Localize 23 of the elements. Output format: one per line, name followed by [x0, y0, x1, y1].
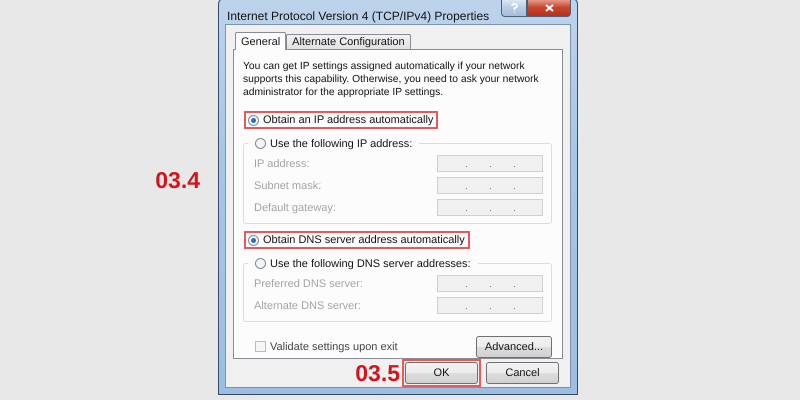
help-icon [510, 2, 518, 12]
field-label: Default gateway: [254, 202, 336, 214]
field-label: Preferred DNS server: [254, 278, 363, 290]
help-button[interactable] [501, 0, 527, 17]
advanced-button[interactable]: Advanced... [476, 336, 552, 358]
radio-option[interactable]: Obtain an IP address automatically [248, 114, 434, 126]
window-title: Internet Protocol Version 4 (TCP/IPv4) Properties [226, 8, 490, 23]
step-label: 03.4 [155, 166, 200, 194]
close-button[interactable] [527, 0, 571, 17]
field-label: Subnet mask: [254, 180, 322, 192]
description-text: You can get IP settings assigned automatically if your network supports this capability. Otherwise, you need to ask your network administrator for the appropriate IP settings. [243, 60, 540, 99]
radio-option[interactable]: Obtain DNS server address automatically [248, 234, 465, 246]
step-label: 03.5 [355, 359, 400, 387]
radio-option[interactable]: Use the following DNS server addresses: [255, 258, 471, 270]
field-label: IP address: [254, 158, 310, 170]
tab[interactable]: General [235, 32, 286, 50]
dialog-button[interactable]: Cancel [486, 362, 559, 384]
dialog-button[interactable]: OK [405, 362, 478, 384]
tab[interactable]: Alternate Configuration [286, 34, 411, 49]
validate-checkbox[interactable]: Validate settings upon exit [255, 340, 398, 353]
radio-option[interactable]: Use the following IP address: [255, 138, 412, 150]
field-label: Alternate DNS server: [254, 300, 361, 312]
close-icon [544, 4, 554, 12]
